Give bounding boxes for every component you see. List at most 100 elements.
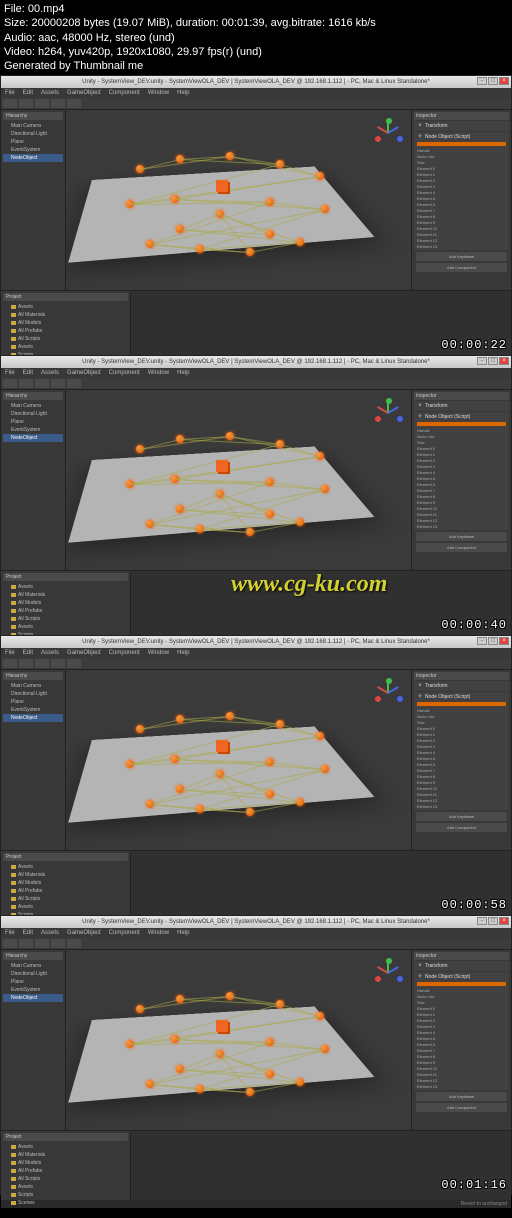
add-component-button[interactable]: Add Component [416,823,507,832]
add-component-button[interactable]: Add Component [416,263,507,272]
add-component-button[interactable]: Add Component [416,1103,507,1112]
rotate-tool[interactable] [35,659,49,668]
menu-component[interactable]: Component [109,930,140,936]
add-keyframe-button[interactable]: Add Keyframe [416,532,507,541]
maximize-button[interactable]: □ [488,357,498,365]
orientation-gizmo[interactable] [373,678,403,708]
scale-tool[interactable] [51,99,65,108]
menu-help[interactable]: Help [177,650,189,656]
folder-item[interactable]: All Models [3,319,128,327]
maximize-button[interactable]: □ [488,637,498,645]
hierarchy-item[interactable]: EventSystem [3,426,63,434]
center-cube[interactable] [216,460,228,472]
move-tool[interactable] [19,939,33,948]
orientation-gizmo[interactable] [373,398,403,428]
hand-tool[interactable] [3,659,17,668]
scene-view[interactable] [66,950,411,1130]
menu-window[interactable]: Window [148,930,169,936]
rotate-tool[interactable] [35,99,49,108]
inspector-tab[interactable]: Inspector [414,112,509,120]
menu-file[interactable]: File [5,650,15,656]
hierarchy-item[interactable]: Plane [3,418,63,426]
close-button[interactable]: × [499,637,509,645]
menu-assets[interactable]: Assets [41,930,59,936]
maximize-button[interactable]: □ [488,917,498,925]
menu-assets[interactable]: Assets [41,90,59,96]
property-row[interactable]: Element 13 [415,803,508,809]
folder-item[interactable]: All Prefabs [3,607,128,615]
menu-edit[interactable]: Edit [23,370,33,376]
hierarchy-item[interactable]: Main Camera [3,402,63,410]
property-row[interactable]: Element 13 [415,243,508,249]
menu-file[interactable]: File [5,90,15,96]
menu-component[interactable]: Component [109,90,140,96]
menu-window[interactable]: Window [148,650,169,656]
menu-gameobject[interactable]: GameObject [67,370,101,376]
add-keyframe-button[interactable]: Add Keyframe [416,252,507,261]
expand-icon[interactable]: ▼ [417,694,423,700]
add-component-button[interactable]: Add Component [416,543,507,552]
hierarchy-item[interactable]: Plane [3,698,63,706]
close-button[interactable]: × [499,357,509,365]
hierarchy-item-selected[interactable]: NodeObject [3,994,63,1002]
center-cube[interactable] [216,740,228,752]
menu-window[interactable]: Window [148,370,169,376]
menu-gameobject[interactable]: GameObject [67,930,101,936]
folder-item[interactable]: Assets [3,903,128,911]
scene-view[interactable] [66,390,411,570]
expand-icon[interactable]: ▼ [417,134,423,140]
rect-tool[interactable] [67,99,81,108]
hierarchy-item[interactable]: EventSystem [3,986,63,994]
folder-item[interactable]: Assets [3,623,128,631]
folder-item[interactable]: All Prefabs [3,887,128,895]
menu-edit[interactable]: Edit [23,930,33,936]
folder-item[interactable]: All Models [3,879,128,887]
add-keyframe-button[interactable]: Add Keyframe [416,812,507,821]
project-tab[interactable]: Project [3,293,128,301]
menu-component[interactable]: Component [109,650,140,656]
project-tab[interactable]: Project [3,853,128,861]
rect-tool[interactable] [67,379,81,388]
folder-item[interactable]: All Scripts [3,335,128,343]
hierarchy-item[interactable]: EventSystem [3,146,63,154]
menu-assets[interactable]: Assets [41,650,59,656]
folder-item[interactable]: All Scripts [3,895,128,903]
expand-icon[interactable]: ▼ [417,963,423,969]
inspector-tab[interactable]: Inspector [414,952,509,960]
folder-item[interactable]: Assets [3,863,128,871]
folder-item[interactable]: Assets [3,1143,128,1151]
center-cube[interactable] [216,180,228,192]
orientation-gizmo[interactable] [373,958,403,988]
hand-tool[interactable] [3,379,17,388]
rotate-tool[interactable] [35,939,49,948]
folder-item[interactable]: All Scripts [3,1175,128,1183]
hierarchy-item[interactable]: Plane [3,138,63,146]
minimize-button[interactable]: - [477,77,487,85]
scale-tool[interactable] [51,379,65,388]
hierarchy-item[interactable]: Directional Light [3,970,63,978]
menu-help[interactable]: Help [177,930,189,936]
project-tab[interactable]: Project [3,573,128,581]
folder-item[interactable]: Assets [3,583,128,591]
expand-icon[interactable]: ▼ [417,414,423,420]
rect-tool[interactable] [67,659,81,668]
minimize-button[interactable]: - [477,357,487,365]
move-tool[interactable] [19,99,33,108]
menu-gameobject[interactable]: GameObject [67,650,101,656]
project-tab[interactable]: Project [3,1133,128,1141]
expand-icon[interactable]: ▼ [417,123,423,129]
folder-item[interactable]: All Prefabs [3,327,128,335]
expand-icon[interactable]: ▼ [417,403,423,409]
menu-assets[interactable]: Assets [41,370,59,376]
scale-tool[interactable] [51,659,65,668]
inspector-tab[interactable]: Inspector [414,672,509,680]
folder-item[interactable]: Scripts [3,1191,128,1199]
folder-item[interactable]: All Materials [3,871,128,879]
add-keyframe-button[interactable]: Add Keyframe [416,1092,507,1101]
menu-help[interactable]: Help [177,370,189,376]
folder-item[interactable]: All Scripts [3,615,128,623]
hierarchy-tab[interactable]: Hierarchy [3,392,63,400]
folder-item[interactable]: Assets [3,343,128,351]
minimize-button[interactable]: - [477,917,487,925]
hierarchy-item[interactable]: EventSystem [3,706,63,714]
